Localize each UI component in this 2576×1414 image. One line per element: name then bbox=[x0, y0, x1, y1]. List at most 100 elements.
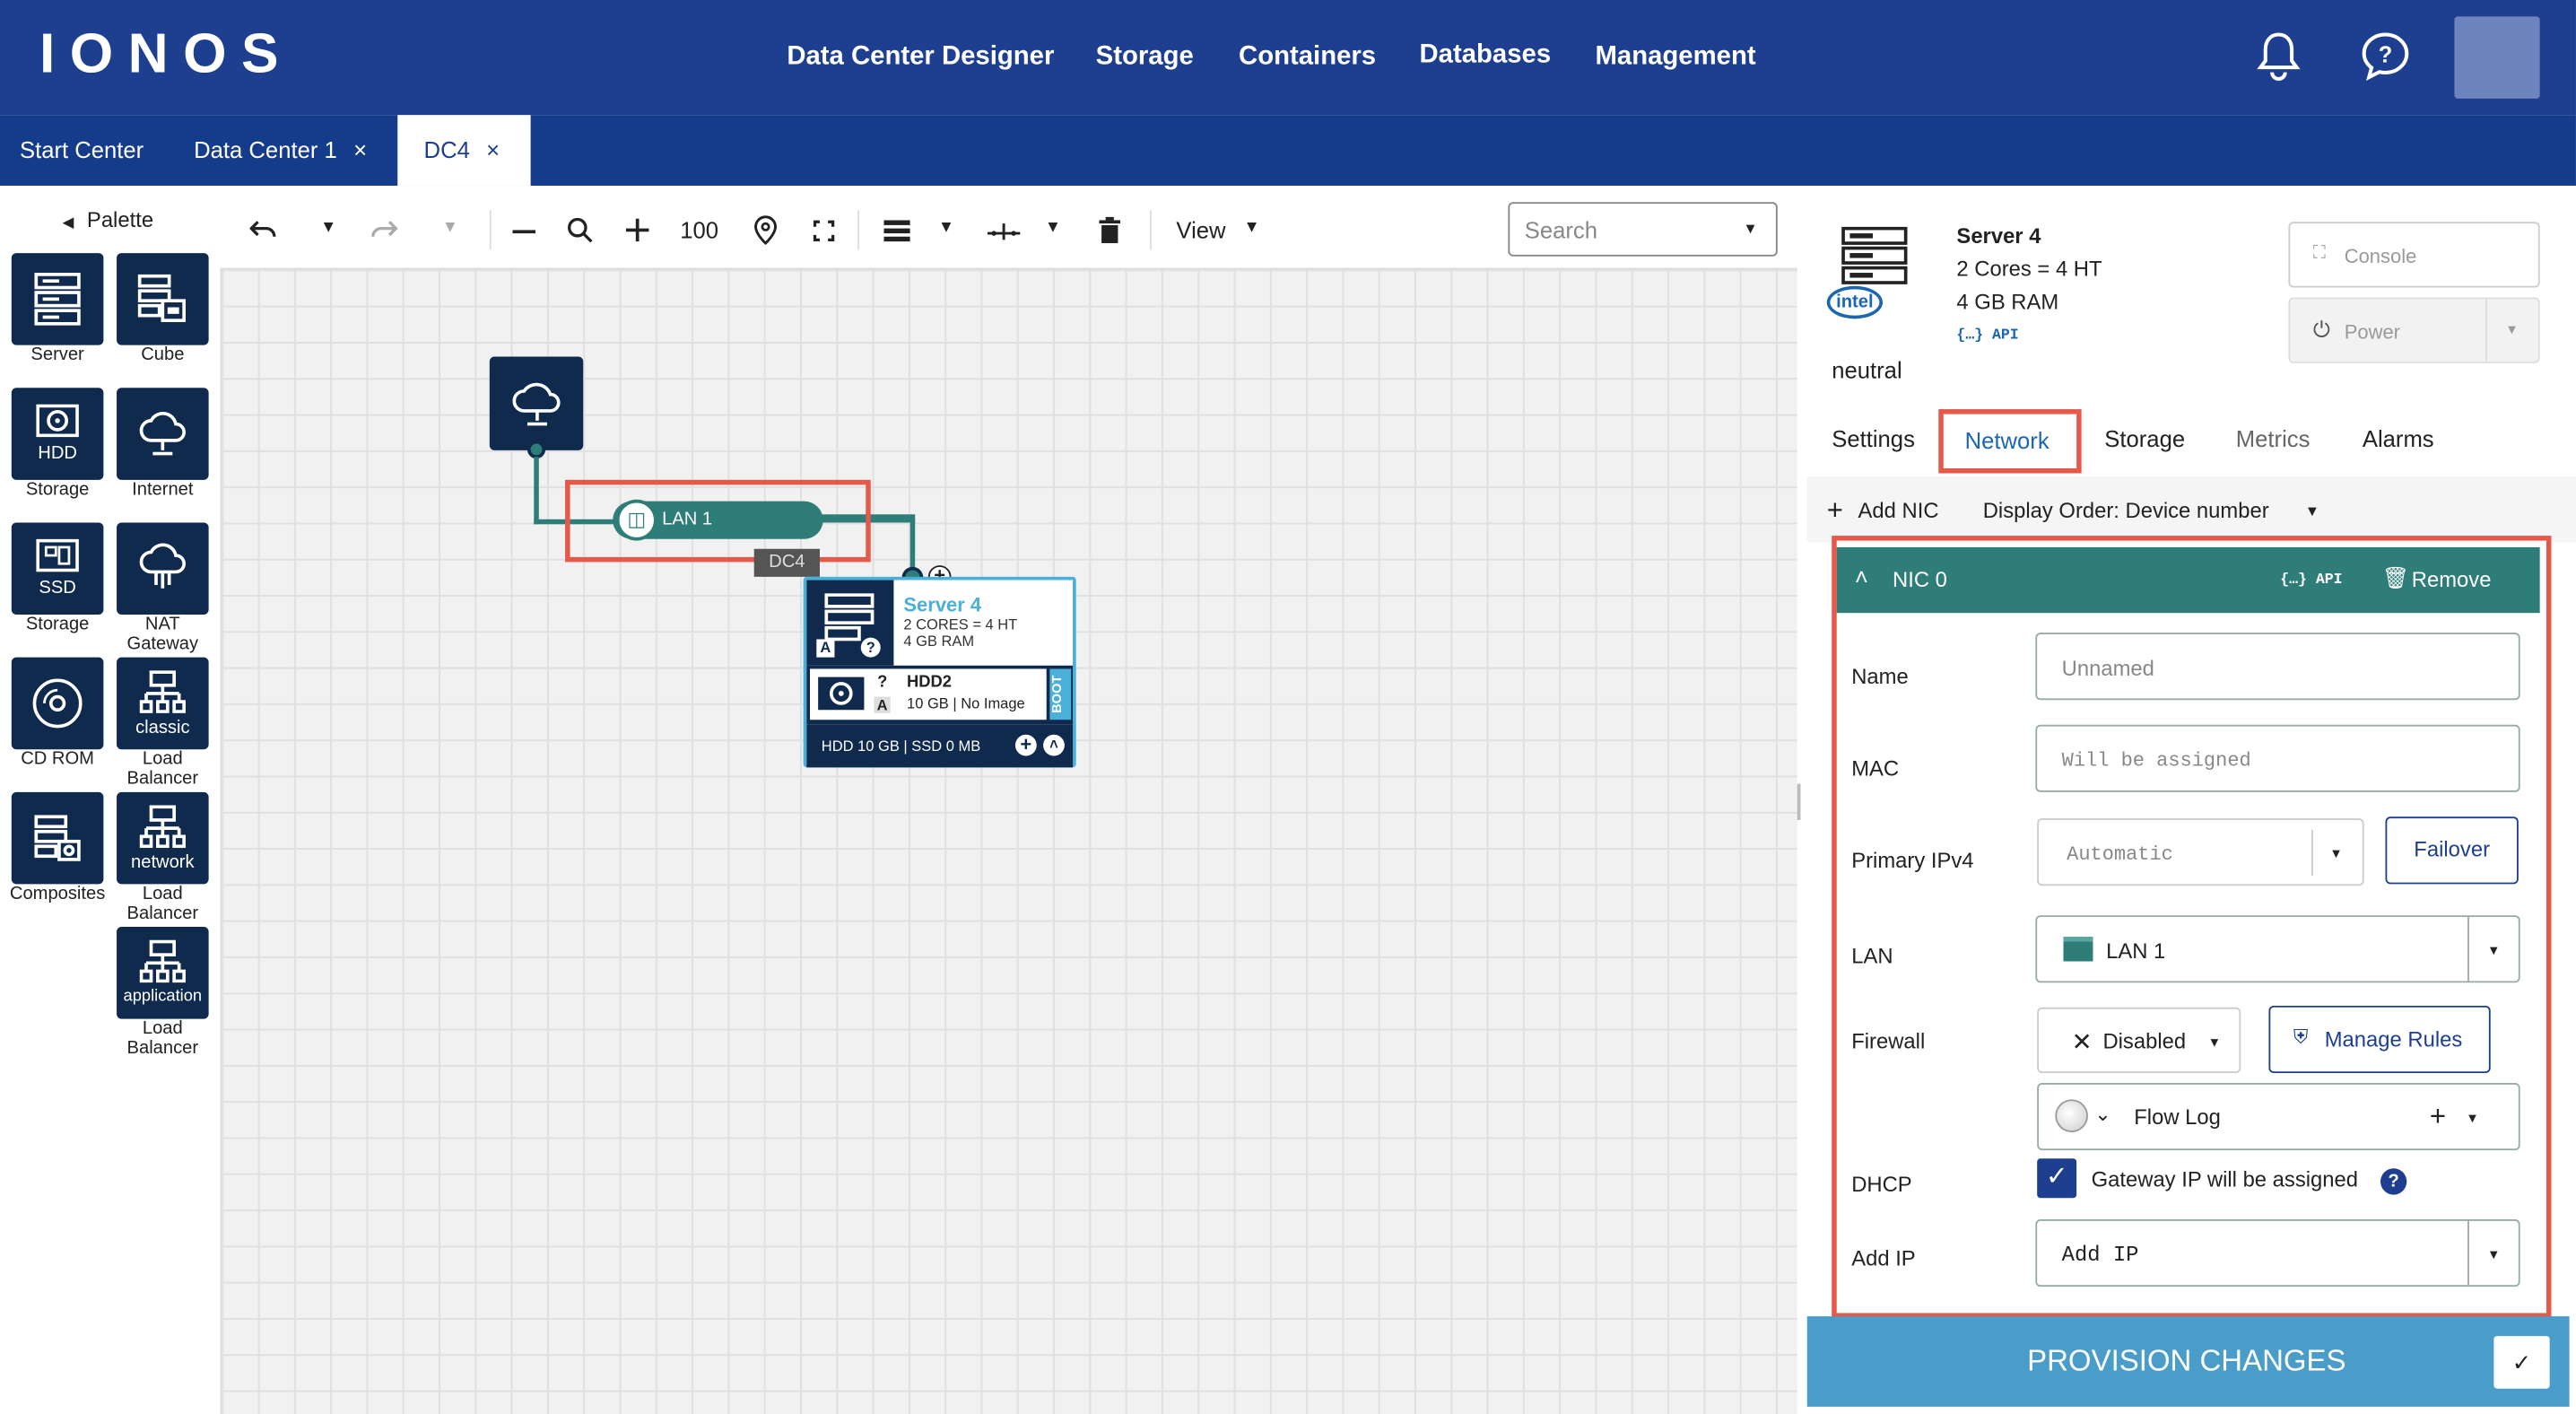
palette-ssd-storage[interactable]: SSD bbox=[11, 522, 104, 615]
tab-label: Start Center bbox=[19, 136, 144, 163]
trash-icon[interactable] bbox=[1099, 216, 1121, 244]
display-order-select[interactable]: Display Order: Device number bbox=[1983, 498, 2269, 522]
palette-application-load-balancer[interactable]: application bbox=[117, 927, 209, 1019]
lan-select[interactable]: LAN 1 ▼ bbox=[2035, 915, 2520, 983]
palette-server[interactable] bbox=[11, 253, 104, 345]
palette-cube[interactable] bbox=[117, 253, 209, 345]
palette-internet[interactable] bbox=[117, 388, 209, 480]
tab-network[interactable]: Network bbox=[1938, 409, 2082, 474]
ipv4-select[interactable]: Automatic ▼ bbox=[2037, 818, 2364, 886]
help-icon[interactable]: ? bbox=[2359, 30, 2412, 83]
palette-header[interactable]: ◀ Palette bbox=[63, 207, 153, 231]
power-button[interactable]: ⏻ Power ▼ bbox=[2288, 297, 2540, 363]
nic-header[interactable]: ˄ NIC 0 {…} API 🗑 Remove bbox=[1836, 546, 2540, 614]
ionos-logo[interactable]: IONOS bbox=[39, 23, 293, 87]
palette-hdd-storage[interactable]: HDD bbox=[11, 388, 104, 480]
palette-network-load-balancer[interactable]: network bbox=[117, 791, 209, 885]
tab-alarms[interactable]: Alarms bbox=[2363, 425, 2434, 451]
align-icon[interactable] bbox=[987, 220, 1021, 240]
flow-log-dropdown-icon[interactable]: ▼ bbox=[2466, 1111, 2479, 1125]
redo-icon[interactable] bbox=[371, 219, 398, 242]
nav-data-center-designer[interactable]: Data Center Designer bbox=[787, 43, 1054, 73]
nav-storage[interactable]: Storage bbox=[1096, 43, 1194, 73]
location-pin-icon[interactable] bbox=[754, 215, 778, 245]
server-icon bbox=[1841, 226, 1908, 284]
redo-dropdown-icon[interactable]: ▼ bbox=[442, 219, 458, 237]
palette-nat-gateway[interactable] bbox=[117, 522, 209, 615]
provision-label: PROVISION CHANGES bbox=[2027, 1344, 2346, 1377]
add-flow-log-icon[interactable]: + bbox=[2430, 1101, 2446, 1134]
nic-name-placeholder: Unnamed bbox=[2061, 655, 2154, 681]
palette-application-label-2: Balancer bbox=[126, 1038, 199, 1059]
layout-dropdown-icon[interactable]: ▼ bbox=[938, 219, 954, 237]
tab-storage[interactable]: Storage bbox=[2104, 425, 2185, 451]
nav-management[interactable]: Management bbox=[1595, 43, 1755, 73]
zoom-level[interactable]: 100 bbox=[680, 217, 718, 243]
zoom-in-icon[interactable] bbox=[625, 218, 649, 242]
palette-cd-rom[interactable] bbox=[11, 657, 104, 750]
lan-field-label: LAN bbox=[1851, 943, 1893, 968]
remove-nic-button[interactable]: Remove bbox=[2412, 567, 2492, 591]
nic-name-input[interactable]: Unnamed bbox=[2035, 633, 2520, 701]
fit-screen-icon[interactable] bbox=[813, 220, 835, 242]
add-nic-plus-icon[interactable]: + bbox=[1827, 494, 1843, 528]
list-layout-icon[interactable] bbox=[883, 220, 910, 242]
dhcp-checkbox[interactable]: ✓ bbox=[2037, 1158, 2077, 1199]
search-box[interactable]: Search ▼ bbox=[1508, 202, 1778, 257]
check-icon[interactable]: ✓ bbox=[2493, 1336, 2550, 1389]
search-zoom-icon[interactable] bbox=[567, 217, 593, 243]
help-icon[interactable]: ? bbox=[2380, 1168, 2407, 1195]
collapse-icon[interactable]: ˄ bbox=[1043, 734, 1065, 756]
internet-port[interactable] bbox=[527, 440, 546, 459]
chevron-down-icon[interactable]: ⌄ bbox=[2094, 1103, 2110, 1126]
view-menu[interactable]: View bbox=[1176, 217, 1225, 243]
zoom-out-icon[interactable] bbox=[512, 229, 536, 235]
close-icon[interactable]: × bbox=[486, 136, 500, 162]
internet-node[interactable] bbox=[489, 356, 584, 450]
align-dropdown-icon[interactable]: ▼ bbox=[1045, 219, 1061, 237]
add-storage-icon[interactable]: + bbox=[1014, 734, 1037, 756]
add-nic-button[interactable]: Add NIC bbox=[1858, 498, 1939, 522]
firewall-select[interactable]: ✕ Disabled ▼ bbox=[2037, 1007, 2241, 1074]
add-ip-select[interactable]: Add IP ▼ bbox=[2035, 1219, 2520, 1287]
failover-button[interactable]: Failover bbox=[2385, 816, 2519, 885]
undo-dropdown-icon[interactable]: ▼ bbox=[320, 219, 336, 237]
manage-rules-button[interactable]: ⛨ Manage Rules bbox=[2268, 1005, 2491, 1074]
tab-data-center-1[interactable]: Data Center 1 × bbox=[174, 115, 394, 186]
mac-input[interactable]: Will be assigned bbox=[2035, 724, 2520, 792]
manage-rules-label: Manage Rules bbox=[2324, 1026, 2463, 1052]
provision-changes-button[interactable]: PROVISION CHANGES ✓ bbox=[1806, 1316, 2570, 1407]
search-dropdown-icon[interactable]: ▼ bbox=[1743, 220, 1757, 236]
nav-containers[interactable]: Containers bbox=[1239, 43, 1376, 73]
tab-settings[interactable]: Settings bbox=[1832, 425, 1915, 451]
hdd-row[interactable]: ? A HDD2 10 GB | No Image BOOT bbox=[806, 665, 1074, 725]
flow-log-row[interactable]: ⌄ Flow Log + ▼ bbox=[2037, 1083, 2520, 1151]
avatar[interactable] bbox=[2454, 16, 2540, 99]
display-order-dropdown-icon[interactable]: ▼ bbox=[2305, 502, 2319, 519]
console-button[interactable]: ⛶ Console bbox=[2288, 222, 2540, 288]
server-node-footer: HDD 10 GB | SSD 0 MB + ˄ bbox=[806, 724, 1074, 768]
firewall-dropdown-icon[interactable]: ▼ bbox=[2208, 1035, 2222, 1050]
nav-databases[interactable]: Databases bbox=[1420, 41, 1552, 71]
server-node[interactable]: A ? Server 4 2 CORES = 4 HT 4 GB RAM ? A… bbox=[803, 576, 1076, 768]
lan-dropdown-icon[interactable]: ▼ bbox=[2487, 943, 2501, 957]
composites-icon bbox=[34, 815, 81, 861]
tab-label: DC4 bbox=[423, 136, 470, 163]
panel-splitter[interactable] bbox=[1797, 783, 1801, 820]
palette-composites[interactable] bbox=[11, 791, 104, 885]
undo-icon[interactable] bbox=[249, 219, 276, 242]
ipv4-dropdown-icon[interactable]: ▼ bbox=[2329, 846, 2343, 860]
palette-classic-load-balancer[interactable]: classic bbox=[117, 657, 209, 750]
tab-metrics[interactable]: Metrics bbox=[2236, 425, 2311, 451]
bell-icon[interactable] bbox=[2254, 30, 2303, 83]
tab-dc4[interactable]: DC4 × bbox=[397, 115, 531, 186]
tab-start-center[interactable]: Start Center bbox=[0, 115, 164, 186]
view-dropdown-icon[interactable]: ▼ bbox=[1244, 219, 1260, 237]
power-dropdown-icon[interactable]: ▼ bbox=[2505, 322, 2519, 336]
close-icon[interactable]: × bbox=[353, 136, 367, 162]
nic-api-link[interactable]: {…} API bbox=[2280, 572, 2342, 588]
add-ip-dropdown-icon[interactable]: ▼ bbox=[2487, 1247, 2501, 1261]
api-link[interactable]: {…} API bbox=[1956, 327, 2018, 343]
toggle-icon[interactable] bbox=[2055, 1099, 2088, 1132]
design-canvas[interactable] bbox=[220, 267, 1797, 1414]
